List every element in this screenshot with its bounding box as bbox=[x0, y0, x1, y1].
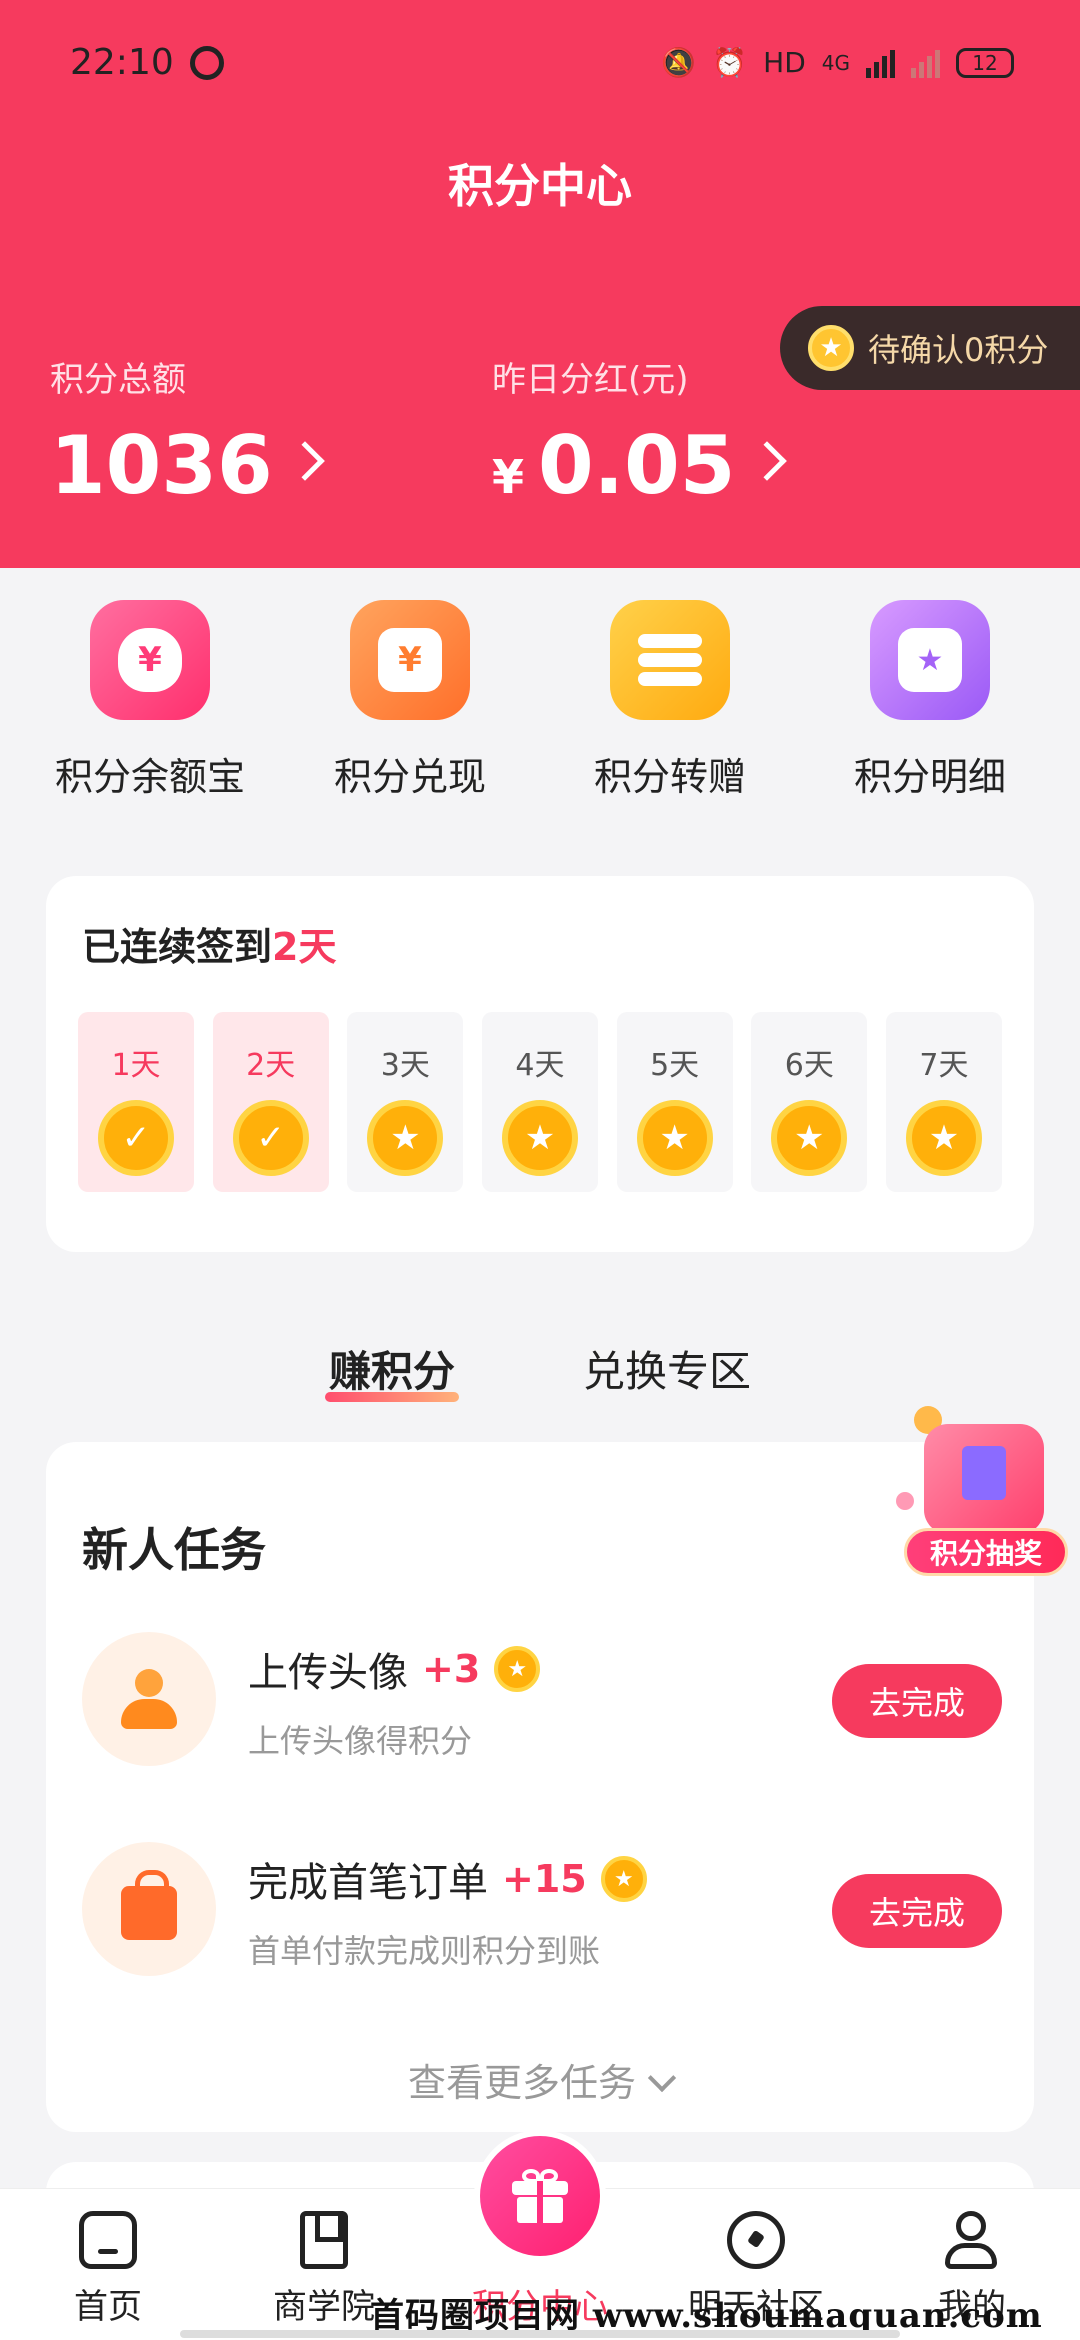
person-icon bbox=[82, 1632, 216, 1766]
checkmark-coin-icon: ✓ bbox=[98, 1100, 174, 1176]
gift-icon bbox=[480, 2136, 600, 2256]
checkin-day-1[interactable]: 1天 ✓ bbox=[78, 1012, 194, 1192]
compass-icon bbox=[727, 2211, 785, 2269]
network-type-label: 4G bbox=[821, 50, 850, 75]
task-name: 完成首笔订单 bbox=[248, 1860, 488, 1906]
newbie-tasks-card: 新人任务 上传头像 +3 ★ 上传头像得积分 去完成 完成首笔订单 +15 ★ … bbox=[46, 1442, 1034, 2132]
star-coin-icon: ★ bbox=[771, 1100, 848, 1176]
user-icon bbox=[943, 2211, 1001, 2269]
shopping-bag-icon bbox=[82, 1842, 216, 1976]
quick-item-label: 积分明细 bbox=[853, 755, 1006, 799]
checkin-card: 已连续签到2天 1天 ✓ 2天 ✓ 3天 ★ 4天 ★ 5天 ★ 6天 ★ 7天… bbox=[46, 876, 1034, 1252]
app-notification-icon bbox=[190, 46, 224, 80]
ledger-icon: ★ bbox=[870, 600, 990, 720]
star-coin-icon: ★ bbox=[501, 1100, 578, 1176]
star-coin-icon: ★ bbox=[600, 1856, 647, 1902]
page-title: 积分中心 bbox=[448, 159, 632, 213]
star-coin-icon: ★ bbox=[808, 325, 854, 371]
cash-card-icon: ¥ bbox=[350, 600, 470, 720]
dividend-value: 0.05 bbox=[538, 419, 736, 512]
checkin-day-4[interactable]: 4天 ★ bbox=[481, 1012, 598, 1192]
points-total-value: 1036 bbox=[50, 419, 273, 512]
star-coin-icon: ★ bbox=[905, 1100, 982, 1176]
points-total-label: 积分总额 bbox=[50, 360, 186, 400]
points-center-fab[interactable] bbox=[474, 2130, 606, 2262]
currency-symbol: ¥ bbox=[492, 450, 525, 504]
quick-item-transfer[interactable]: 积分转赠 bbox=[550, 600, 790, 830]
money-bag-icon: ¥ bbox=[90, 600, 210, 720]
yesterday-dividend[interactable]: 昨日分红(元) ¥ 0.05 bbox=[492, 352, 788, 512]
battery-icon: 12 bbox=[956, 47, 1014, 78]
hd-label: HD bbox=[763, 46, 806, 79]
complete-task-button[interactable]: 去完成 bbox=[832, 1874, 1002, 1948]
quick-item-label: 积分余额宝 bbox=[54, 755, 245, 799]
nav-home[interactable]: 首页 bbox=[0, 2189, 216, 2340]
star-coin-icon: ★ bbox=[367, 1100, 444, 1176]
checkin-day-6[interactable]: 6天 ★ bbox=[751, 1012, 868, 1192]
quick-item-label: 积分兑现 bbox=[333, 755, 486, 799]
alarm-icon: ⏰ bbox=[712, 46, 748, 79]
ball-decoration bbox=[896, 1492, 914, 1510]
checkin-day-3[interactable]: 3天 ★ bbox=[347, 1012, 464, 1192]
more-tasks-link[interactable]: 查看更多任务 bbox=[46, 2052, 1034, 2107]
lottery-label: 积分抽奖 bbox=[904, 1528, 1068, 1576]
pending-points-label: 待确认0积分 bbox=[868, 331, 1049, 369]
task-upload-avatar: 上传头像 +3 ★ 上传头像得积分 去完成 bbox=[82, 1632, 1002, 1772]
tasks-title: 新人任务 bbox=[82, 1523, 266, 1577]
dividend-label: 昨日分红(元) bbox=[492, 360, 689, 400]
task-description: 上传头像得积分 bbox=[248, 1722, 473, 1760]
tab-redeem-zone[interactable]: 兑换专区 bbox=[579, 1338, 755, 1408]
checkin-day-5[interactable]: 5天 ★ bbox=[616, 1012, 733, 1192]
tab-bar: 赚积分 兑换专区 bbox=[0, 1338, 1080, 1408]
checkin-streak: 2天 bbox=[272, 925, 337, 969]
complete-task-button[interactable]: 去完成 bbox=[832, 1664, 1002, 1738]
checkin-days: 1天 ✓ 2天 ✓ 3天 ★ 4天 ★ 5天 ★ 6天 ★ 7天 ★ bbox=[78, 1012, 1002, 1192]
book-icon bbox=[300, 2211, 348, 2269]
star-coin-icon: ★ bbox=[636, 1100, 713, 1176]
pending-points-pill[interactable]: ★ 待确认0积分 bbox=[780, 306, 1080, 390]
coin-stack-icon bbox=[610, 600, 730, 720]
points-total[interactable]: 积分总额 1036 bbox=[50, 352, 325, 512]
home-icon bbox=[79, 2211, 137, 2269]
task-description: 首单付款完成则积分到账 bbox=[248, 1932, 601, 1970]
task-name: 上传头像 bbox=[248, 1650, 408, 1696]
chevron-down-icon bbox=[647, 2063, 677, 2093]
checkin-day-7[interactable]: 7天 ★ bbox=[885, 1012, 1002, 1192]
status-icons: 🔕 ⏰ HD 4G 12 bbox=[661, 46, 1014, 79]
task-first-order: 完成首笔订单 +15 ★ 首单付款完成则积分到账 去完成 bbox=[82, 1842, 1002, 1982]
chevron-right-icon bbox=[284, 441, 325, 481]
task-points: +3 bbox=[422, 1647, 481, 1691]
home-indicator bbox=[180, 2330, 900, 2338]
task-points: +15 bbox=[502, 1857, 587, 1901]
checkin-day-2[interactable]: 2天 ✓ bbox=[212, 1012, 329, 1192]
lottery-float-button[interactable]: 积分抽奖 bbox=[892, 1400, 1080, 1580]
quick-menu: ¥ 积分余额宝 ¥ 积分兑现 积分转赠 ★ 积分明细 bbox=[0, 600, 1080, 830]
tab-earn-points[interactable]: 赚积分 bbox=[324, 1338, 460, 1408]
mute-icon: 🔕 bbox=[661, 46, 697, 79]
chevron-right-icon bbox=[747, 441, 788, 481]
signal-secondary-icon bbox=[911, 48, 940, 78]
status-bar: 22:10 🔕 ⏰ HD 4G 12 bbox=[0, 0, 1080, 130]
quick-item-details[interactable]: ★ 积分明细 bbox=[810, 600, 1050, 830]
gift-box-icon bbox=[924, 1424, 1044, 1534]
checkmark-coin-icon: ✓ bbox=[232, 1100, 309, 1176]
header: 22:10 🔕 ⏰ HD 4G 12 积分中心 ★ 待确认0积分 积分总额 10… bbox=[0, 0, 1080, 568]
star-coin-icon: ★ bbox=[494, 1646, 541, 1692]
quick-item-label: 积分转赠 bbox=[593, 755, 746, 799]
quick-item-cashout[interactable]: ¥ 积分兑现 bbox=[290, 600, 530, 830]
status-time: 22:10 bbox=[70, 42, 174, 83]
quick-item-balance[interactable]: ¥ 积分余额宝 bbox=[30, 600, 270, 830]
checkin-title: 已连续签到2天 bbox=[82, 925, 337, 969]
signal-icon bbox=[866, 48, 895, 78]
